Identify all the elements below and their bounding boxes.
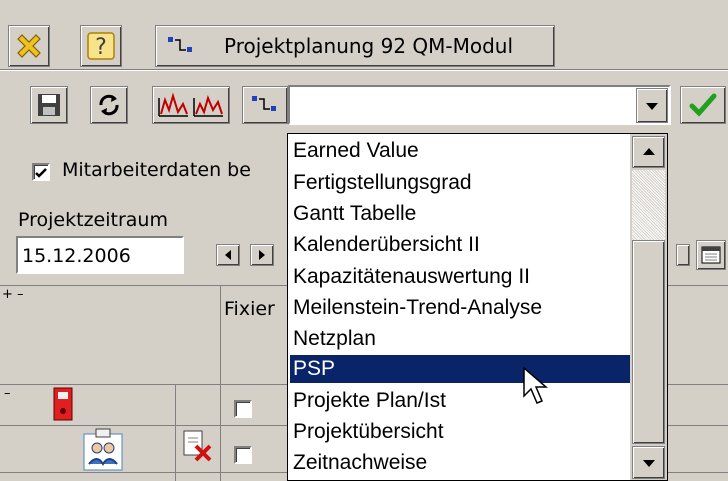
dropdown-item[interactable]: Kalenderübersicht II xyxy=(290,231,631,259)
help-button[interactable]: ? xyxy=(80,25,122,67)
calendar-icon xyxy=(701,246,721,264)
fixed-checkbox[interactable] xyxy=(234,400,252,418)
period-label: Projektzeitraum xyxy=(18,209,168,231)
employee-data-checkbox[interactable] xyxy=(32,163,50,181)
histogram-button[interactable] xyxy=(152,86,230,124)
dropdown-item[interactable]: Fertigstellungsgrad xyxy=(290,169,631,197)
grid-column-divider xyxy=(175,385,176,481)
close-button[interactable] xyxy=(8,25,50,67)
chevron-down-icon xyxy=(646,102,658,110)
view-select-combobox[interactable] xyxy=(288,85,671,125)
histogram-icon xyxy=(158,92,223,117)
fixed-checkbox[interactable] xyxy=(234,446,252,464)
dropdown-item[interactable]: Kapazitätenauswertung II xyxy=(290,263,631,291)
scroll-up-button[interactable] xyxy=(632,136,665,168)
apply-button[interactable] xyxy=(680,86,726,124)
checkmark-icon xyxy=(689,93,717,117)
chevron-right-icon xyxy=(259,250,265,260)
chevron-down-icon xyxy=(642,459,655,467)
close-icon xyxy=(17,34,41,58)
dropdown-item[interactable]: Earned Value xyxy=(290,137,631,165)
next-button[interactable] xyxy=(250,244,274,266)
expand-collapse-all[interactable]: + – xyxy=(2,287,24,302)
view-type-button[interactable] xyxy=(242,86,288,124)
network-plan-icon xyxy=(168,37,192,52)
chevron-up-icon xyxy=(642,148,655,155)
dropdown-item-selected[interactable]: PSP xyxy=(290,355,631,383)
module-title-button[interactable]: Projektplanung 92 QM-Modul xyxy=(155,25,555,67)
remove-document-icon xyxy=(183,430,212,462)
remove-resource-button[interactable] xyxy=(180,428,214,462)
save-button[interactable] xyxy=(30,86,68,124)
dropdown-item[interactable]: Netzplan xyxy=(290,325,631,353)
dropdown-item[interactable]: Zeitnachweise xyxy=(290,449,631,477)
refresh-button[interactable] xyxy=(90,86,128,124)
scrollbar-thumb[interactable] xyxy=(632,240,665,444)
column-header-fixed: Fixier xyxy=(224,298,275,320)
dropdown-item[interactable]: Projektübersicht xyxy=(290,418,631,446)
save-icon xyxy=(38,94,60,116)
row-collapse-toggle[interactable]: – xyxy=(4,386,11,401)
svg-text:?: ? xyxy=(95,35,107,60)
view-select-dropdown: Earned Value Fertigstellungsgrad Gantt T… xyxy=(287,133,668,481)
network-plan-icon xyxy=(252,96,276,111)
date-field[interactable]: 15.12.2006 xyxy=(16,236,184,274)
project-binder-icon xyxy=(53,387,73,421)
dropdown-item[interactable]: Projekte Plan/Ist xyxy=(290,387,631,415)
help-icon: ? xyxy=(87,32,115,60)
next-period-button[interactable] xyxy=(676,244,690,266)
dropdown-item[interactable]: Gantt Tabelle xyxy=(290,200,631,228)
combo-dropdown-button[interactable] xyxy=(636,88,668,123)
checkmark-icon xyxy=(35,168,47,178)
date-value: 15.12.2006 xyxy=(22,245,131,267)
calendar-button[interactable] xyxy=(696,240,726,270)
refresh-icon xyxy=(99,94,119,116)
scroll-down-button[interactable] xyxy=(632,446,665,479)
mouse-cursor-icon xyxy=(523,366,549,404)
previous-button[interactable] xyxy=(216,244,240,266)
employee-data-label: Mitarbeiterdaten be xyxy=(62,159,251,181)
chevron-left-icon xyxy=(225,250,231,260)
dropdown-item[interactable]: Meilenstein-Trend-Analyse xyxy=(290,294,631,322)
resource-group-icon xyxy=(83,428,123,471)
module-title: Projektplanung 92 QM-Modul xyxy=(224,34,514,58)
scrollbar-track[interactable] xyxy=(632,170,665,240)
